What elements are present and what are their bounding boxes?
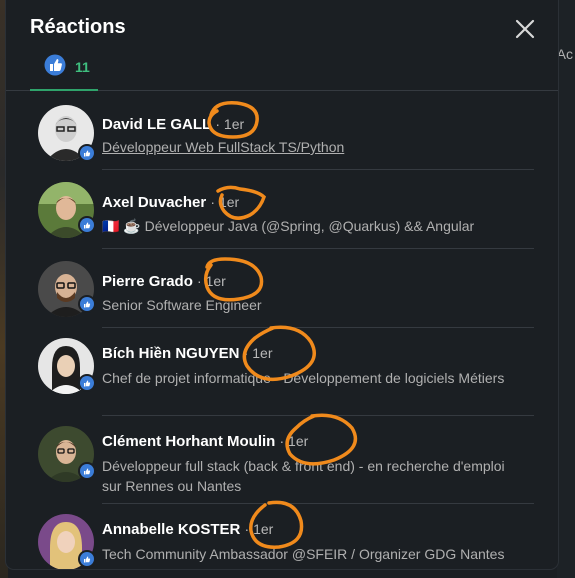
modal-header: Réactions 11 (6, 0, 558, 91)
like-icon (84, 301, 91, 308)
like-badge (78, 462, 96, 480)
reactor-name-line: Axel Duvacher · 1er (102, 194, 239, 211)
reactor-headline: Senior Software Engineer (102, 297, 262, 313)
like-icon (84, 556, 91, 563)
reactor-name-line: David LE GALL · 1er (102, 116, 244, 133)
background-page-right (557, 0, 575, 578)
list-item[interactable]: Clément Horhant Moulin · 1er Développeur… (38, 416, 534, 504)
like-icon (84, 380, 91, 387)
tab-all-reactions[interactable]: 11 (30, 52, 98, 91)
connection-degree: · 1er (244, 521, 274, 537)
connection-degree: · 1er (243, 345, 273, 361)
connection-degree: · 1er (215, 116, 245, 132)
connection-degree: · 1er (210, 194, 240, 210)
reactor-name[interactable]: Axel Duvacher (102, 194, 206, 211)
reactor-name-line: Pierre Grado · 1er (102, 273, 226, 290)
reactor-headline: 🇫🇷 ☕ Développeur Java (@Spring, @Quarkus… (102, 218, 475, 234)
reactor-headline: Développeur full stack (back & front end… (102, 458, 505, 494)
connection-degree: · 1er (279, 433, 309, 449)
reactor-name-line: Bích Hiền NGUYEN · 1er (102, 345, 273, 362)
list-item[interactable]: Bích Hiền NGUYEN · 1er Chef de projet in… (38, 328, 534, 416)
reaction-count: 11 (75, 59, 90, 75)
like-badge (78, 295, 96, 313)
like-badge (78, 374, 96, 392)
close-icon (515, 19, 535, 39)
background-peek-text: Ac (556, 46, 573, 62)
reactor-headline: Tech Community Ambassador @SFEIR / Organ… (102, 546, 505, 562)
reactor-headline: Développeur Web FullStack TS/Python (102, 139, 345, 155)
reactor-name[interactable]: Pierre Grado (102, 273, 193, 290)
modal-title: Réactions (30, 16, 126, 38)
reactor-name[interactable]: David LE GALL (102, 116, 211, 133)
reactor-name[interactable]: Clément Horhant Moulin (102, 433, 275, 450)
like-icon (84, 222, 91, 229)
connection-degree: · 1er (197, 273, 226, 289)
list-item[interactable]: David LE GALL · 1er Développeur Web Full… (38, 91, 534, 170)
like-badge (78, 144, 96, 162)
like-icon (44, 54, 66, 76)
reactor-name[interactable]: Bích Hiền NGUYEN (102, 345, 240, 362)
reactor-name-line: Clément Horhant Moulin · 1er (102, 433, 308, 450)
like-badge (78, 550, 96, 568)
list-item[interactable]: Annabelle KOSTER · 1er Tech Community Am… (38, 504, 534, 569)
reactions-modal: Réactions 11 David LE GALL · 1er Dévelop… (6, 0, 558, 569)
reactor-name[interactable]: Annabelle KOSTER (102, 521, 240, 538)
list-item[interactable]: Axel Duvacher · 1er 🇫🇷 ☕ Développeur Jav… (38, 170, 534, 249)
reactions-list: David LE GALL · 1er Développeur Web Full… (6, 91, 558, 569)
list-item[interactable]: Pierre Grado · 1er Senior Software Engin… (38, 249, 534, 328)
reactor-headline: Chef de projet informatique - Développem… (102, 370, 505, 386)
like-icon (84, 468, 91, 475)
close-button[interactable] (514, 18, 536, 40)
like-icon (84, 150, 91, 157)
reactor-name-line: Annabelle KOSTER · 1er (102, 521, 273, 538)
like-badge (78, 216, 96, 234)
